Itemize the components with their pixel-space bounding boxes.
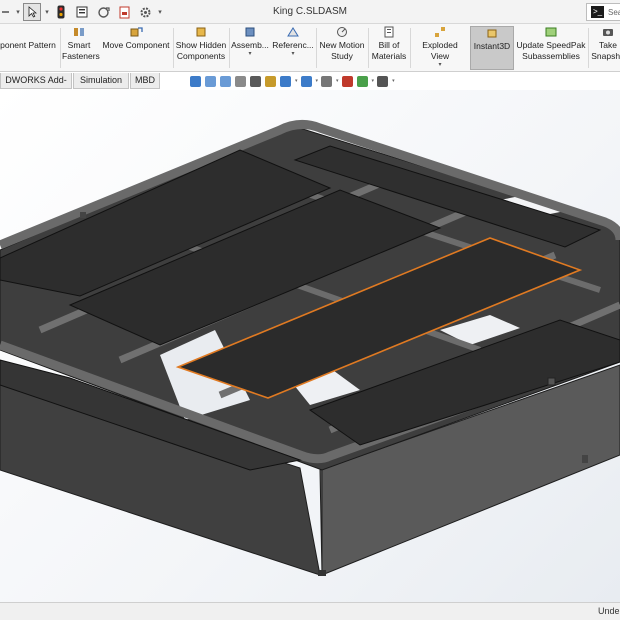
ribbon-label-2: Subassemblies bbox=[522, 51, 580, 61]
reference-geometry-icon bbox=[287, 27, 299, 37]
ribbon-label-2: Fasteners bbox=[62, 51, 100, 61]
bracket bbox=[80, 212, 86, 218]
linear-component-pattern-button[interactable]: ponent Pattern bbox=[0, 26, 60, 70]
status-bar: Unde bbox=[0, 602, 620, 620]
ribbon-label: Show Hidden bbox=[175, 40, 227, 50]
title-bar: ▾ ▾ ▾ King C.SLDASM >_ Sea bbox=[0, 0, 620, 24]
motion-study-icon bbox=[337, 27, 347, 37]
ribbon-label-2: Study bbox=[331, 51, 353, 61]
zoom-to-area-icon[interactable] bbox=[220, 75, 231, 87]
dropdown-caret-icon[interactable]: ▾ bbox=[392, 78, 395, 84]
move-component-icon bbox=[130, 27, 143, 37]
status-text: Unde bbox=[598, 606, 620, 616]
ribbon-label: Assemb... bbox=[231, 40, 269, 50]
heads-up-view-toolbar: ▾ ▾ ▾ ▾ ▾ bbox=[190, 74, 398, 88]
dynamic-annotation-icon[interactable] bbox=[265, 75, 276, 87]
ribbon-label: Instant3D bbox=[473, 41, 511, 51]
dropdown-caret-icon: ▾ bbox=[248, 51, 252, 57]
dropdown-caret-icon: ▾ bbox=[291, 51, 295, 57]
display-style-icon[interactable] bbox=[300, 75, 312, 87]
reference-geometry-button[interactable]: Referenc... ▾ bbox=[271, 26, 315, 70]
command-manager-ribbon: ponent Pattern Smart Fasteners Move Comp… bbox=[0, 24, 620, 72]
window-title: King C.SLDASM bbox=[273, 6, 347, 17]
ribbon-label: New Motion bbox=[319, 40, 365, 50]
foot bbox=[582, 455, 588, 463]
pattern-icon bbox=[21, 26, 35, 38]
smart-fasteners-button[interactable]: Smart Fasteners bbox=[62, 26, 100, 70]
view-settings-icon[interactable] bbox=[377, 75, 389, 87]
hide-show-items-icon[interactable] bbox=[321, 75, 333, 87]
ribbon-label-2: Snapsho bbox=[591, 51, 620, 61]
graphics-area[interactable] bbox=[0, 90, 620, 602]
ribbon-label: Bill of bbox=[378, 40, 400, 50]
dropdown-caret-icon[interactable]: ▾ bbox=[372, 78, 375, 84]
instant3d-button[interactable]: Instant3D bbox=[470, 26, 514, 70]
tab-mbd[interactable]: MBD bbox=[130, 73, 160, 89]
smart-fasteners-icon bbox=[74, 28, 84, 36]
assembly-model[interactable] bbox=[0, 90, 620, 602]
ribbon-label-2: Materials bbox=[371, 51, 407, 61]
ribbon-label: Exploded View bbox=[422, 40, 458, 61]
dropdown-caret-icon: ▾ bbox=[438, 62, 442, 68]
show-hidden-components-icon bbox=[196, 27, 206, 37]
speedpak-icon bbox=[545, 27, 557, 37]
dropdown-caret-icon[interactable]: ▾ bbox=[336, 78, 339, 84]
search-box[interactable]: >_ Sea bbox=[586, 3, 620, 21]
apply-scene-icon[interactable] bbox=[356, 75, 368, 87]
ribbon-label: Take bbox=[599, 40, 617, 50]
assembly-features-icon bbox=[245, 27, 255, 37]
bill-of-materials-button[interactable]: Bill of Materials bbox=[370, 26, 408, 70]
exploded-view-icon bbox=[435, 27, 445, 37]
show-hidden-components-button[interactable]: Show Hidden Components bbox=[175, 26, 227, 70]
ribbon-label: Referenc... bbox=[272, 40, 314, 50]
ribbon-label: Smart bbox=[67, 40, 91, 50]
terminal-icon: >_ bbox=[591, 6, 604, 18]
camera-icon bbox=[603, 29, 613, 36]
ribbon-label: Update SpeedPak bbox=[516, 40, 586, 50]
ribbon-label: Move Component bbox=[102, 40, 170, 50]
view-orientation-dropdown-icon[interactable] bbox=[280, 75, 291, 87]
tab-solidworks-add-ins[interactable]: DWORKS Add-Ins bbox=[0, 73, 72, 100]
take-snapshot-button[interactable]: Take Snapsho bbox=[590, 26, 620, 70]
ribbon-label-2: Components bbox=[176, 51, 226, 61]
foot bbox=[318, 570, 326, 576]
update-speedpak-button[interactable]: Update SpeedPak Subassemblies bbox=[516, 26, 586, 70]
previous-view-icon[interactable] bbox=[235, 75, 246, 87]
edit-appearance-icon[interactable] bbox=[341, 75, 353, 87]
assembly-features-button[interactable]: Assemb... ▾ bbox=[231, 26, 269, 70]
view-orientation-icon[interactable] bbox=[190, 75, 201, 87]
dropdown-caret-icon[interactable]: ▾ bbox=[316, 78, 319, 84]
bracket bbox=[547, 377, 556, 386]
instant3d-icon bbox=[487, 29, 497, 38]
move-component-button[interactable]: Move Component bbox=[100, 26, 172, 70]
dropdown-caret-icon[interactable]: ▾ bbox=[295, 78, 298, 84]
bill-of-materials-icon bbox=[384, 26, 394, 38]
search-placeholder: Sea bbox=[608, 7, 620, 17]
section-view-icon[interactable] bbox=[250, 75, 261, 87]
ribbon-label: ponent Pattern bbox=[0, 40, 56, 50]
exploded-view-button[interactable]: Exploded View ▾ bbox=[412, 26, 468, 70]
tab-simulation[interactable]: Simulation bbox=[73, 73, 129, 89]
zoom-to-fit-icon[interactable] bbox=[205, 75, 216, 87]
new-motion-study-button[interactable]: New Motion Study bbox=[318, 26, 366, 70]
